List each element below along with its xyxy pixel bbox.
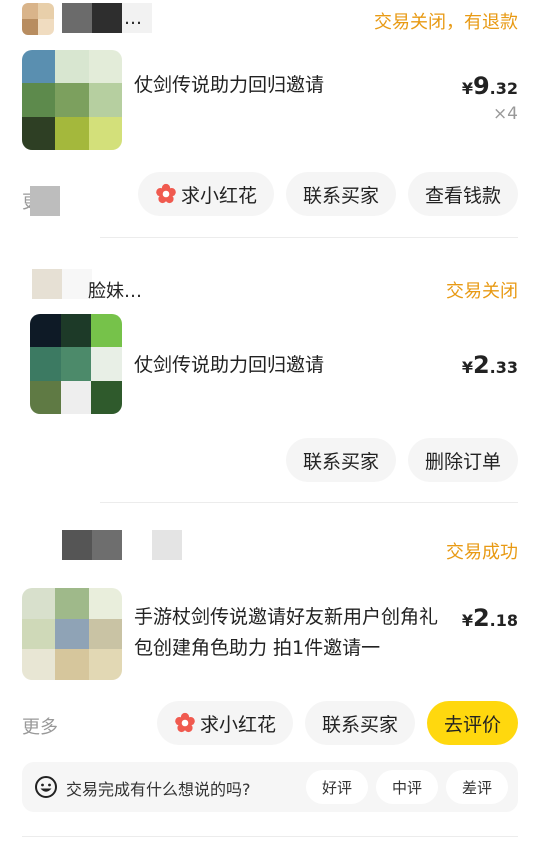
product-title[interactable]: 仗剑传说助力回归邀请	[134, 350, 334, 381]
product-price: ¥2.33	[461, 351, 518, 379]
order-actions: 求小红花 联系买家 去评价	[156, 701, 518, 745]
ask-flower-label: 求小红花	[180, 184, 257, 207]
smiley-icon	[35, 776, 57, 798]
product-price: ¥9.32	[461, 72, 518, 100]
product-thumbnail[interactable]	[22, 588, 122, 680]
delete-order-button[interactable]: 删除订单	[407, 438, 518, 482]
flower-icon	[175, 712, 195, 733]
flower-icon	[156, 183, 176, 204]
product-title[interactable]: 手游杖剑传说邀请好友新用户创角礼包创建角色助力 拍1件邀请一	[134, 602, 452, 664]
rating-options: 好评 中评 差评	[306, 770, 508, 804]
buyer-row[interactable]: … 交易关闭，有退款	[22, 0, 518, 40]
product-thumbnail[interactable]	[30, 314, 122, 414]
divider	[100, 502, 518, 503]
review-prompt-bar: 交易完成有什么想说的吗? 好评 中评 差评	[22, 762, 518, 812]
product-price: ¥2.18	[461, 604, 518, 632]
contact-buyer-button[interactable]: 联系买家	[285, 438, 396, 482]
product-title[interactable]: 仗剑传说助力回归邀请	[134, 70, 334, 101]
order-status: 交易关闭，有退款	[374, 12, 518, 33]
order-actions: 联系买家 删除订单	[285, 438, 518, 482]
write-review-button[interactable]: 去评价	[426, 701, 518, 745]
divider	[22, 836, 518, 837]
buyer-name: …	[124, 8, 142, 29]
contact-buyer-button[interactable]: 联系买家	[285, 172, 396, 216]
buyer-row[interactable]: 交易成功	[22, 530, 518, 570]
buyer-row[interactable]: 脸妹… 交易关闭	[22, 269, 518, 309]
order-status: 交易关闭	[446, 281, 518, 302]
more-button[interactable]: 更多	[22, 713, 58, 739]
buyer-avatar	[22, 3, 54, 35]
divider	[100, 237, 518, 238]
rating-bad-button[interactable]: 差评	[446, 770, 508, 804]
ask-flower-button[interactable]: 求小红花	[137, 172, 274, 216]
order-card[interactable]: … 交易关闭，有退款 仗剑传说助力回归邀请 ¥9.32 ×4 更 求	[0, 0, 540, 238]
more-button[interactable]: 更	[22, 186, 60, 216]
view-payment-button[interactable]: 查看钱款	[407, 172, 518, 216]
rating-good-button[interactable]: 好评	[306, 770, 368, 804]
buyer-avatar-mosaic	[62, 530, 182, 560]
rating-neutral-button[interactable]: 中评	[376, 770, 438, 804]
buyer-name: 脸妹…	[88, 281, 142, 302]
more-mosaic	[30, 186, 60, 216]
contact-buyer-button[interactable]: 联系买家	[304, 701, 415, 745]
review-prompt-text: 交易完成有什么想说的吗?	[66, 780, 251, 799]
product-quantity: ×4	[492, 104, 518, 124]
buyer-avatar-mosaic	[32, 269, 92, 299]
product-thumbnail[interactable]	[22, 50, 122, 150]
order-actions: 求小红花 联系买家 查看钱款	[137, 172, 518, 216]
order-card[interactable]: 交易成功 手游杖剑传说邀请好友新用户创角礼包创建角色助力 拍1件邀请一 ¥2.1…	[0, 504, 540, 841]
ask-flower-label: 求小红花	[199, 713, 276, 736]
order-status: 交易成功	[446, 542, 518, 563]
order-card[interactable]: 脸妹… 交易关闭 仗剑传说助力回归邀请 ¥2.33 联系买家 删除订单	[0, 239, 540, 503]
ask-flower-button[interactable]: 求小红花	[156, 701, 293, 745]
